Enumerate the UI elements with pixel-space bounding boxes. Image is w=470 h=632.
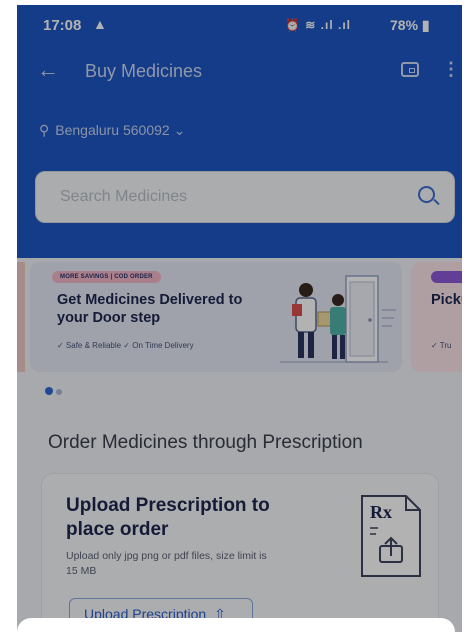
phone-screen: 17:08 ▲ ⏰ ≋ .ıl .ıl 78% ▮ ← Buy Medicine… bbox=[17, 5, 462, 632]
modal-scrim[interactable] bbox=[17, 5, 462, 632]
bottom-sheet[interactable] bbox=[17, 618, 455, 632]
